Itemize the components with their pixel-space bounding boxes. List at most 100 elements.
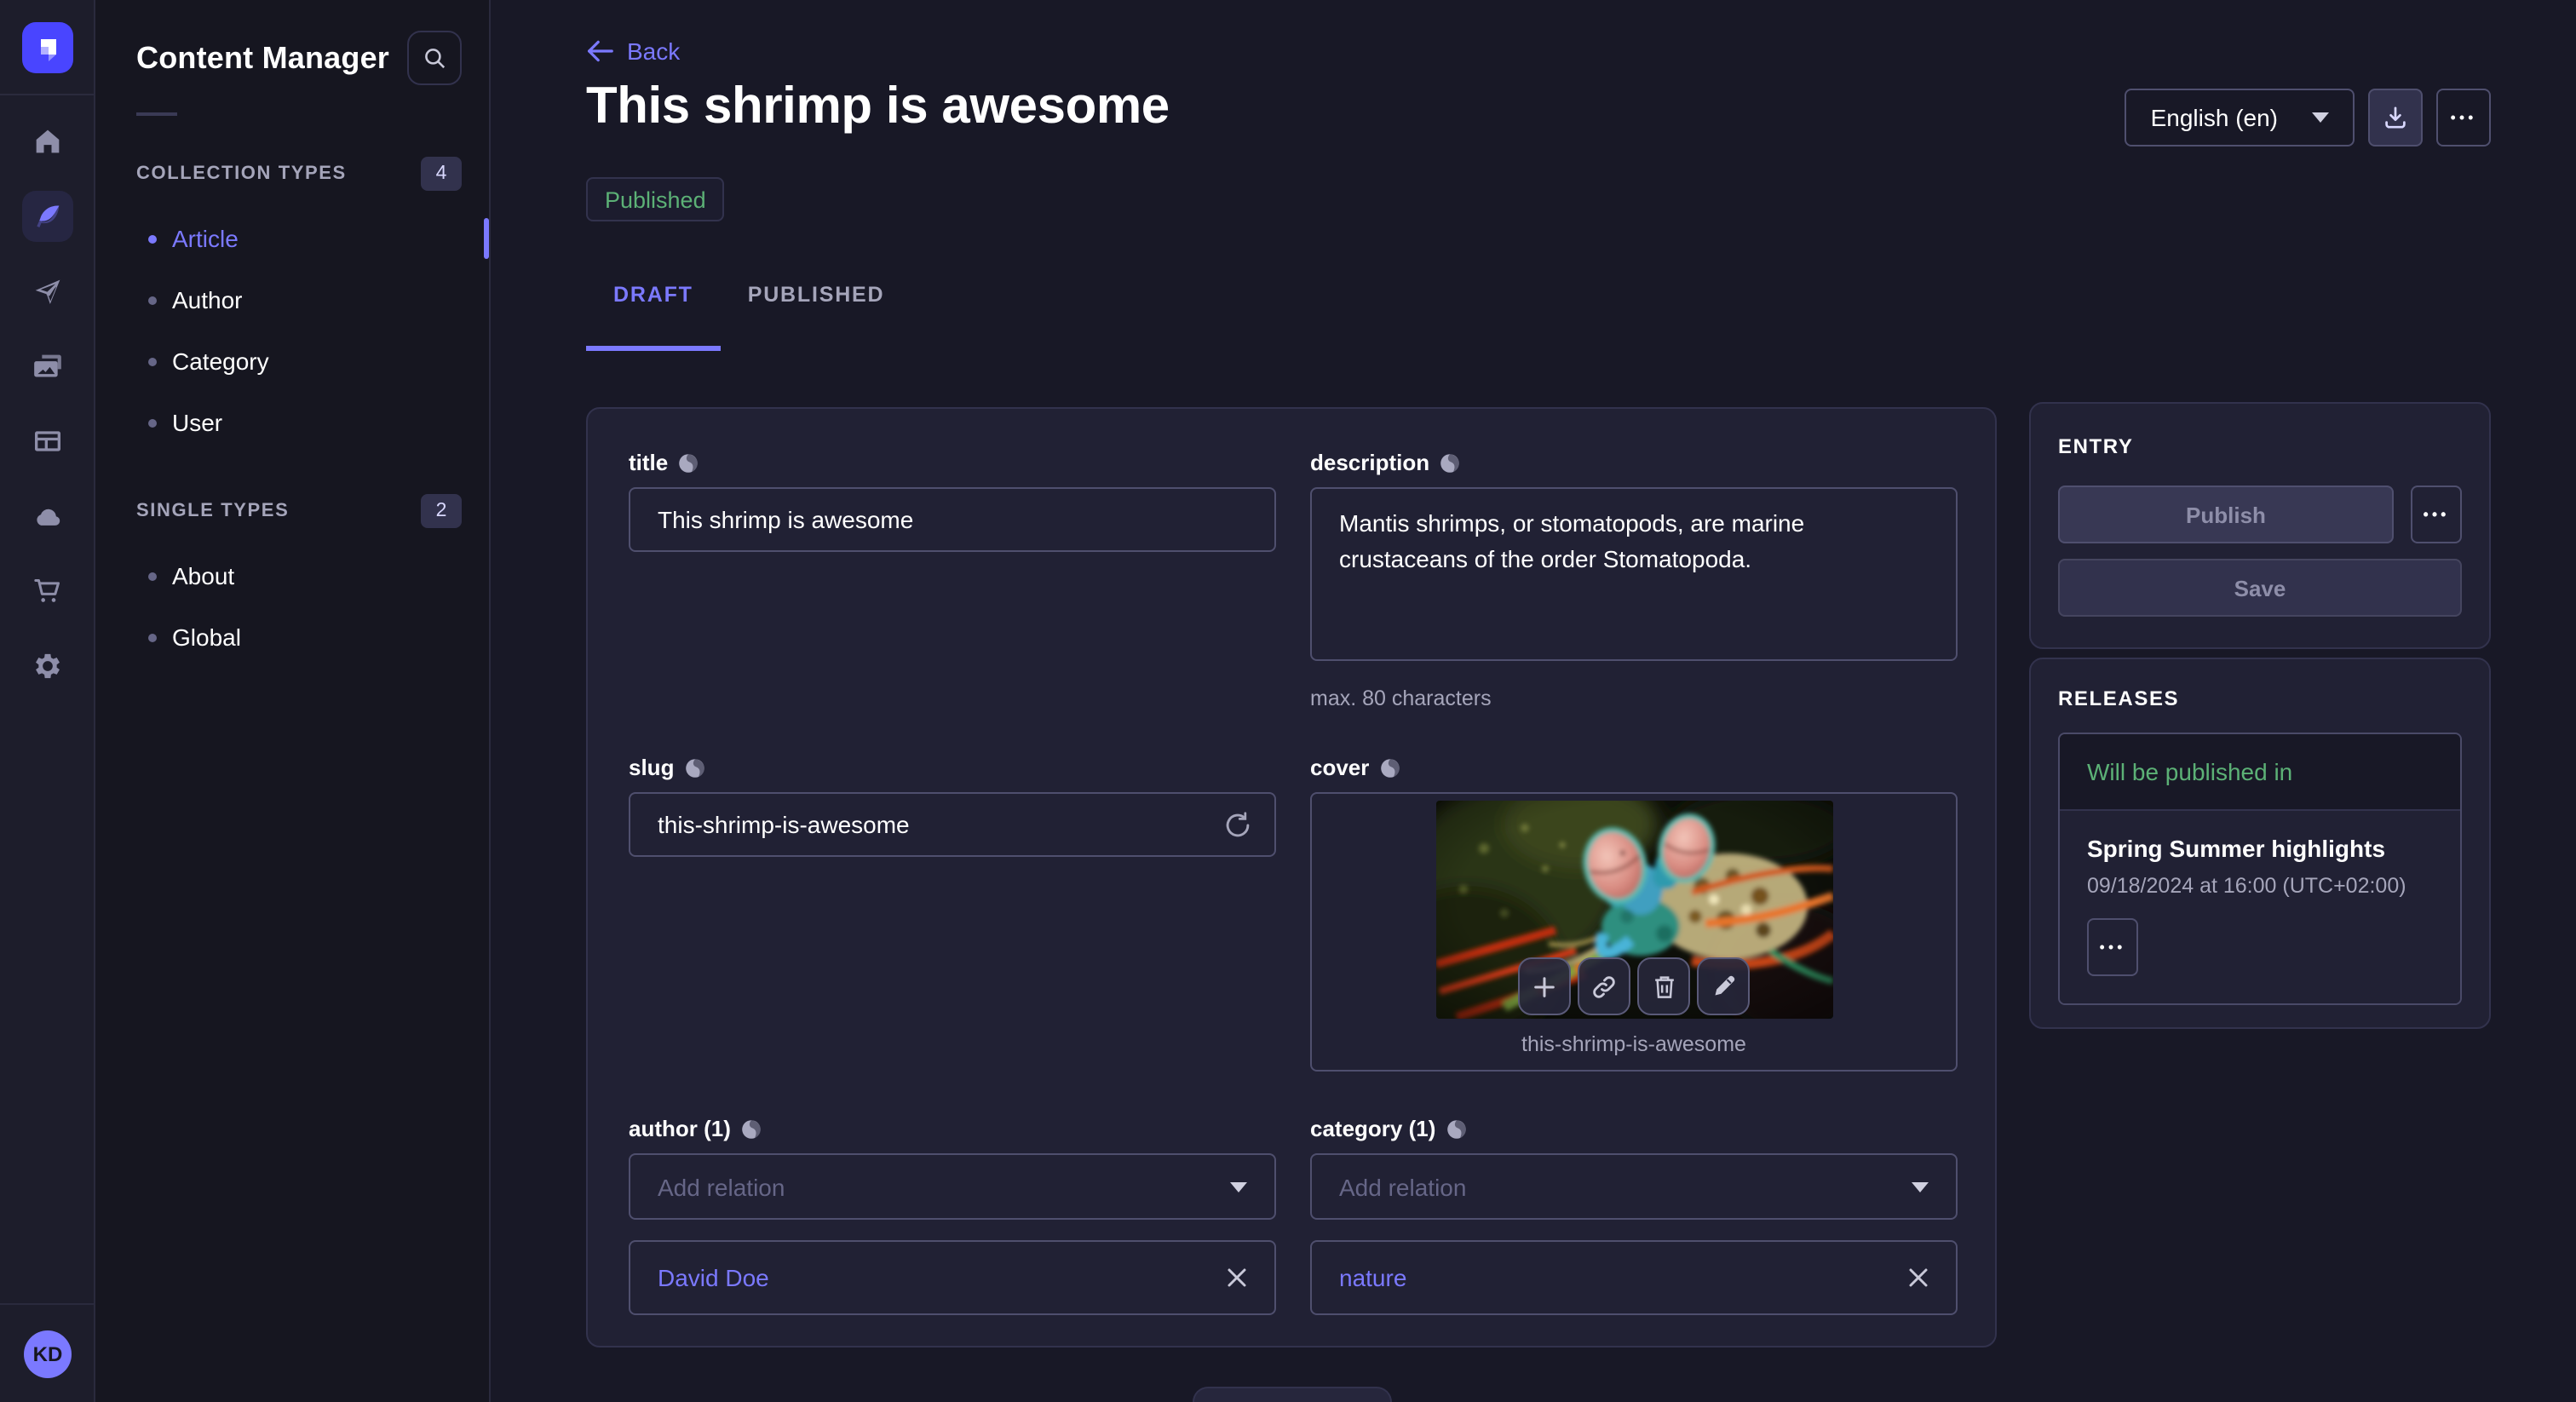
main-content: Back This shrimp is awesome Published DR… [491, 0, 2576, 1402]
trash-icon [1652, 974, 1676, 999]
search-button[interactable] [407, 31, 462, 85]
field-author: author (1) Add relation David Doe [629, 1116, 1276, 1315]
page-title: This shrimp is awesome [586, 78, 1170, 136]
collection-types-count-badge: 4 [421, 157, 462, 191]
media-library-icon[interactable] [21, 341, 72, 392]
globe-icon [1446, 1119, 1466, 1140]
category-relation-item[interactable]: nature [1310, 1240, 1958, 1315]
title-input[interactable] [629, 487, 1276, 552]
link-icon [1591, 974, 1617, 999]
tab-published[interactable]: PUBLISHED [721, 273, 912, 351]
field-category-label: category (1) [1310, 1116, 1958, 1143]
rail-divider [0, 94, 95, 95]
add-media-button[interactable] [1518, 957, 1571, 1015]
cover-filename: this-shrimp-is-awesome [1312, 1032, 1956, 1056]
releases-panel: RELEASES Will be published in Spring Sum… [2029, 658, 2491, 1029]
sidebar-item-label: Category [172, 348, 269, 375]
description-textarea[interactable]: Mantis shrimps, or stomatopods, are mari… [1310, 487, 1958, 661]
refresh-icon [1222, 810, 1251, 839]
category-relation-select[interactable]: Add relation [1310, 1153, 1958, 1220]
sidebar-item-label: Article [172, 225, 239, 252]
pencil-icon [1711, 974, 1735, 998]
delete-media-button[interactable] [1637, 957, 1690, 1015]
relation-placeholder: Add relation [658, 1173, 785, 1200]
sidebar-item-about[interactable]: About [95, 545, 489, 606]
sidebar-item-author[interactable]: Author [95, 269, 489, 330]
author-relation-select[interactable]: Add relation [629, 1153, 1276, 1220]
releases-heading: RELEASES [2058, 687, 2462, 710]
remove-relation-button[interactable] [1908, 1267, 1929, 1288]
author-relation-item[interactable]: David Doe [629, 1240, 1276, 1315]
back-link[interactable]: Back [586, 37, 680, 65]
ellipsis-icon: ••• [2451, 110, 2477, 125]
plus-icon [1532, 974, 1557, 999]
rail-items [21, 116, 72, 715]
settings-icon[interactable] [21, 641, 72, 692]
field-label-text: author (1) [629, 1116, 731, 1143]
sidebar-item-label: User [172, 409, 222, 436]
locale-value: English (en) [2151, 104, 2278, 131]
content-manager-icon[interactable] [21, 191, 72, 242]
regenerate-slug-button[interactable] [1208, 792, 1266, 857]
edit-form-panel: title description Mantis shrimps, or sto… [586, 407, 1997, 1347]
marketplace-icon[interactable] [21, 566, 72, 617]
field-description: description Mantis shrimps, or stomatopo… [1310, 450, 1958, 710]
remove-relation-button[interactable] [1227, 1267, 1247, 1288]
single-types-count-badge: 2 [421, 494, 462, 528]
release-name: Spring Summer highlights [2087, 835, 2433, 862]
globe-icon [684, 758, 704, 779]
content-type-builder-icon[interactable] [21, 416, 72, 467]
sidebar-item-article[interactable]: Article [95, 208, 489, 269]
subnav-divider [136, 112, 177, 116]
entry-heading: ENTRY [2058, 434, 2462, 458]
relation-link[interactable]: nature [1339, 1264, 1406, 1291]
sidebar-item-category[interactable]: Category [95, 330, 489, 392]
close-icon [1227, 1267, 1247, 1288]
sidebar-item-global[interactable]: Global [95, 606, 489, 668]
field-title: title [629, 450, 1276, 710]
field-cover: cover [1310, 755, 1958, 1072]
subnav-title: Content Manager [136, 40, 389, 76]
edit-media-button[interactable] [1697, 957, 1750, 1015]
field-label-text: title [629, 450, 668, 477]
download-button[interactable] [2368, 89, 2423, 147]
chevron-down-icon [1912, 1181, 1929, 1192]
entry-panel: ENTRY Publish ••• Save [2029, 402, 2491, 649]
strapi-logo[interactable] [21, 22, 72, 73]
description-hint: max. 80 characters [1310, 687, 1958, 710]
home-icon[interactable] [21, 116, 72, 167]
slug-input[interactable] [629, 792, 1276, 857]
entry-more-button[interactable]: ••• [2411, 486, 2462, 543]
sidebar-item-label: About [172, 562, 234, 589]
strapi-logo-icon [32, 32, 62, 63]
copy-link-button[interactable] [1578, 957, 1630, 1015]
sidebar-item-user[interactable]: User [95, 392, 489, 453]
publish-button[interactable]: Publish [2058, 486, 2394, 543]
ellipsis-icon: ••• [2100, 939, 2126, 955]
locale-select[interactable]: English (en) [2125, 89, 2355, 147]
collection-types-heading: COLLECTION TYPES [136, 164, 347, 184]
status-badge: Published [586, 177, 725, 221]
field-label-text: category (1) [1310, 1116, 1435, 1143]
topbar-controls: English (en) ••• [2029, 89, 2491, 147]
cloud-icon[interactable] [21, 491, 72, 542]
sidebar-item-label: Global [172, 623, 241, 651]
release-more-button[interactable]: ••• [2087, 918, 2138, 976]
relation-placeholder: Add relation [1339, 1173, 1466, 1200]
field-label-text: description [1310, 450, 1429, 477]
content-manager-subnav: Content Manager COLLECTION TYPES 4 Artic… [95, 0, 491, 1402]
next-section-peek[interactable] [1193, 1387, 1392, 1402]
field-slug: slug [629, 755, 1276, 1072]
field-title-label: title [629, 450, 1276, 477]
more-actions-button[interactable]: ••• [2436, 89, 2491, 147]
relation-link[interactable]: David Doe [658, 1264, 769, 1291]
chevron-down-icon [1230, 1181, 1247, 1192]
user-avatar[interactable]: KD [24, 1330, 72, 1377]
save-button[interactable]: Save [2058, 559, 2462, 617]
ellipsis-icon: ••• [2424, 507, 2450, 522]
sidebar-item-label: Author [172, 286, 243, 313]
tab-draft[interactable]: DRAFT [586, 273, 721, 351]
field-label-text: slug [629, 755, 674, 782]
app-window: KD Content Manager COLLECTION TYPES 4 Ar… [0, 0, 2576, 1402]
deploy-icon[interactable] [21, 266, 72, 317]
